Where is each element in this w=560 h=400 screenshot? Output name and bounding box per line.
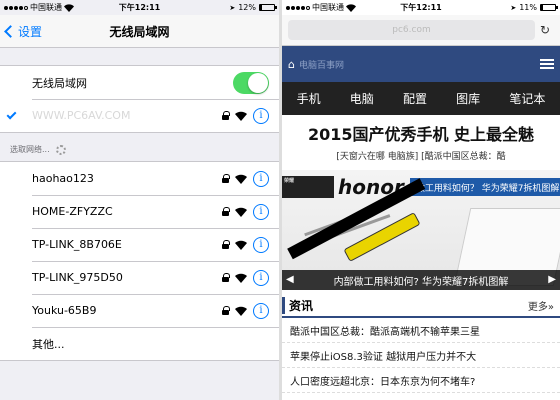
battery-icon — [540, 4, 558, 11]
checkmark-icon — [6, 109, 17, 120]
info-icon[interactable]: i — [253, 269, 269, 286]
status-bar: 中国联通 下午12:11 ➤ 12% — [0, 0, 279, 15]
battery-percent: 11% — [519, 3, 537, 12]
home-icon[interactable]: ⌂ — [288, 58, 295, 71]
reload-icon[interactable]: ↻ — [540, 23, 554, 37]
network-row[interactable]: HOME-ZFYZZC i — [0, 195, 279, 228]
info-icon[interactable]: i — [253, 236, 269, 253]
news-item[interactable]: 苹果停止iOS8.3验证 越狱用户压力并不大 — [282, 343, 560, 368]
loading-spinner-icon — [55, 145, 66, 155]
screenshot: 中国联通 下午12:11 ➤ 12% 设置 无线局域网 无线局域网 WWW.PC… — [0, 0, 560, 400]
wifi-group: 无线局域网 WWW.PC6AV.COM i — [0, 65, 279, 133]
network-row[interactable]: haohao123 i — [0, 162, 279, 195]
lock-icon — [222, 207, 230, 216]
info-icon[interactable]: i — [253, 170, 269, 187]
network-list: haohao123 i HOME-ZFYZZC i TP-LINK_8B706E… — [0, 161, 279, 361]
info-icon[interactable]: i — [253, 203, 269, 220]
address-bar: pc6.com ↻ — [282, 15, 560, 46]
navigation-bar: 设置 无线局域网 — [0, 15, 279, 48]
wifi-toggle[interactable] — [233, 71, 269, 94]
network-name: haohao123 — [32, 172, 94, 185]
wifi-icon — [235, 174, 247, 184]
choose-network-header: 选取网络... — [0, 133, 279, 161]
menu-icon[interactable] — [540, 59, 554, 69]
status-bar: 中国联通 下午12:11 ➤ 11% — [282, 0, 560, 15]
wifi-status-icon — [346, 3, 356, 12]
subheadline[interactable]: [天窗六在哪 电脑族] [酷派中国区总裁：酷 — [282, 149, 560, 162]
network-row[interactable]: Youku-65B9 i — [0, 294, 279, 327]
chevron-left-icon — [4, 24, 17, 38]
url-field[interactable]: pc6.com — [288, 20, 535, 40]
other-network-label: 其他... — [32, 337, 65, 351]
wifi-icon — [235, 111, 247, 121]
carrier-name: 中国联通 — [312, 3, 344, 12]
category-nav: 手机 电脑 配置 图库 笔记本 — [282, 82, 560, 115]
info-icon[interactable]: i — [253, 107, 269, 124]
other-network-row[interactable]: 其他... — [0, 327, 279, 360]
carrier: 中国联通 — [286, 2, 356, 13]
info-icon[interactable]: i — [253, 302, 269, 319]
prev-arrow-icon[interactable]: ◀ — [286, 274, 294, 285]
wifi-settings-screen: 中国联通 下午12:11 ➤ 12% 设置 无线局域网 无线局域网 WWW.PC… — [0, 0, 279, 400]
honor-logo: 荣耀 — [282, 176, 334, 198]
banner-caption-text: 内部做工用料如何? 华为荣耀7拆机图解 — [333, 276, 509, 288]
nav-item[interactable]: 配置 — [403, 90, 427, 107]
wifi-icon — [235, 273, 247, 283]
nav-item[interactable]: 笔记本 — [509, 90, 545, 107]
site-header: ⌂ 电脑百事网 — [282, 46, 560, 82]
connected-network-name: WWW.PC6AV.COM — [32, 109, 131, 122]
wifi-toggle-label: 无线局域网 — [32, 76, 87, 90]
wifi-icon — [235, 306, 247, 316]
wifi-icon — [235, 240, 247, 250]
nav-item[interactable]: 电脑 — [350, 90, 374, 107]
section-title: 资讯 — [282, 296, 528, 314]
network-name: Youku-65B9 — [32, 304, 97, 317]
news-section-header: 资讯 更多» — [282, 294, 560, 318]
banner-caption: ◀ 内部做工用料如何? 华为荣耀7拆机图解 ▶ — [282, 270, 560, 290]
location-icon: ➤ — [229, 3, 236, 12]
network-row[interactable]: TP-LINK_975D50 i — [0, 261, 279, 294]
nav-item[interactable]: 手机 — [297, 90, 321, 107]
lock-icon — [222, 273, 230, 282]
network-row[interactable]: TP-LINK_8B706E i — [0, 228, 279, 261]
wifi-status-icon — [64, 3, 74, 12]
nav-item[interactable]: 图库 — [456, 90, 480, 107]
site-logo[interactable]: 电脑百事网 — [299, 58, 540, 71]
network-name: TP-LINK_975D50 — [32, 271, 123, 284]
wifi-icon — [235, 207, 247, 217]
network-name: HOME-ZFYZZC — [32, 205, 113, 218]
honor-ad-text: 做工用料如何？ 华为荣耀7拆机图解 — [409, 178, 560, 196]
choose-network-label: 选取网络... — [10, 145, 50, 154]
back-label: 设置 — [18, 24, 43, 39]
lock-icon — [222, 174, 230, 183]
network-name: TP-LINK_8B706E — [32, 238, 122, 251]
carrier: 中国联通 — [4, 2, 74, 13]
browser-screen: 中国联通 下午12:11 ➤ 11% pc6.com ↻ ⌂ 电脑百事网 手机 … — [282, 0, 560, 400]
banner-slider[interactable]: 荣耀 honor 做工用料如何？ 华为荣耀7拆机图解 ◀ 内部做工用料如何? 华… — [282, 170, 560, 290]
lock-icon — [222, 306, 230, 315]
wifi-toggle-row: 无线局域网 — [0, 66, 279, 99]
battery-percent: 12% — [238, 3, 256, 12]
location-icon: ➤ — [510, 3, 517, 12]
news-item[interactable]: 人口密度远超北京：日本东京为何不堵车? — [282, 368, 560, 393]
signal-icon — [4, 5, 28, 10]
battery-icon — [259, 4, 277, 11]
headline[interactable]: 2015国产优秀手机 史上最全魅 — [282, 115, 560, 145]
signal-icon — [286, 5, 310, 10]
lock-icon — [222, 111, 230, 120]
carrier-name: 中国联通 — [30, 3, 62, 12]
back-button[interactable]: 设置 — [0, 23, 42, 40]
connected-network-row[interactable]: WWW.PC6AV.COM i — [0, 99, 279, 132]
news-item[interactable]: 酷派中国区总裁：酷派高端机不输苹果三星 — [282, 318, 560, 343]
next-arrow-icon[interactable]: ▶ — [548, 274, 556, 285]
lock-icon — [222, 240, 230, 249]
honor-logo-small: 荣耀 — [284, 178, 295, 184]
more-link[interactable]: 更多» — [528, 298, 554, 313]
